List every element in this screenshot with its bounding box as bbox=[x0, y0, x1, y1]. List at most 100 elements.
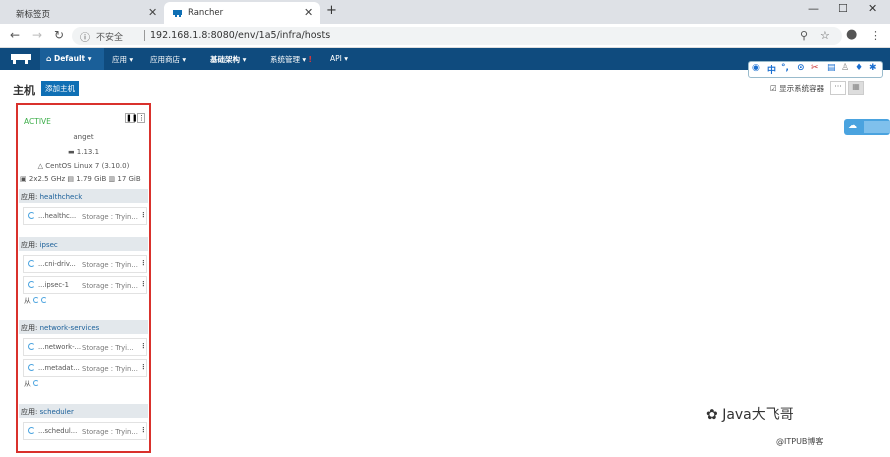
container-menu-icon[interactable]: ⋮ bbox=[140, 363, 147, 371]
stack-header[interactable]: 应用: scheduler bbox=[19, 404, 148, 418]
forward-icon[interactable]: → bbox=[32, 28, 42, 42]
spinner-icon bbox=[28, 364, 35, 371]
stack-header[interactable]: 应用: network-services bbox=[19, 320, 148, 334]
sidekick-row: 从 bbox=[24, 378, 39, 388]
host-os: △ CentOS Linux 7 (3.10.0) bbox=[18, 162, 149, 170]
docker-icon: ▬ bbox=[67, 148, 75, 156]
back-icon[interactable]: ← bbox=[10, 28, 20, 42]
nav-infrastructure[interactable]: 基础架构 ▾ bbox=[210, 54, 246, 65]
close-tab-icon[interactable]: ✕ bbox=[148, 6, 157, 19]
host-resources: ▣ 2x2.5 GHz ▤ 1.79 GiB ▥ 17 GiB bbox=[20, 175, 141, 183]
gear-icon[interactable]: ✱ bbox=[869, 63, 877, 73]
browser-tab-bar: 新标签页 ✕ Rancher ✕ + — ☐ ✕ bbox=[0, 0, 890, 24]
linux-icon: △ bbox=[37, 162, 44, 170]
service-name: ...network-... bbox=[38, 343, 82, 351]
close-tab-icon[interactable]: ✕ bbox=[304, 6, 313, 19]
person-icon[interactable]: ♙ bbox=[841, 63, 849, 73]
browser-tab-rancher[interactable]: Rancher ✕ bbox=[164, 2, 320, 24]
rancher-favicon-icon bbox=[173, 10, 182, 17]
ime-logo-icon: ◉ bbox=[752, 63, 760, 73]
shirt-icon[interactable]: ♦ bbox=[855, 63, 863, 73]
grid-view-button[interactable]: ▦ bbox=[848, 81, 864, 95]
pause-icon[interactable]: ❚❚ bbox=[125, 113, 138, 123]
stack-name: healthcheck bbox=[39, 193, 83, 201]
window-close-icon[interactable]: ✕ bbox=[868, 2, 877, 15]
spinner-icon bbox=[28, 260, 35, 267]
zoom-icon[interactable]: ⚲ bbox=[800, 29, 808, 42]
address-bar: ← → ↻ ⓘ 不安全 192.168.1.8:8080/env/1a5/inf… bbox=[0, 24, 890, 48]
stack-header[interactable]: 应用: ipsec bbox=[19, 237, 148, 251]
bookmark-star-icon[interactable]: ☆ bbox=[820, 29, 830, 42]
service-status: Storage : Tryin... bbox=[82, 261, 138, 269]
profile-icon[interactable]: ● bbox=[846, 27, 857, 42]
container-menu-icon[interactable]: ⋮ bbox=[140, 211, 147, 219]
browser-tab-new[interactable]: 新标签页 ✕ bbox=[0, 2, 164, 24]
nav-api[interactable]: API ▾ bbox=[330, 54, 348, 63]
label: 从 bbox=[24, 380, 31, 388]
service-container[interactable]: ...ipsec-1 Storage : Tryin... ⋮ bbox=[23, 276, 147, 294]
host-card: ACTIVE ❚❚ ⋮ anget ▬ 1.13.1 △ CentOS Linu… bbox=[16, 103, 151, 453]
url-field[interactable]: ⓘ 不安全 192.168.1.8:8080/env/1a5/infra/hos… bbox=[72, 27, 842, 45]
reload-icon[interactable]: ↻ bbox=[54, 28, 64, 42]
url-text: 192.168.1.8:8080/env/1a5/infra/hosts bbox=[150, 30, 331, 41]
stack-prefix: 应用: bbox=[21, 324, 38, 332]
show-system-toggle[interactable]: ☑ 显示系统容器 bbox=[770, 83, 824, 94]
nav-admin[interactable]: 系统管理 ▾ ! bbox=[270, 54, 312, 65]
insecure-label: 不安全 bbox=[96, 33, 124, 43]
page-title: 主机 bbox=[13, 84, 35, 97]
label: 2x2.5 GHz bbox=[28, 175, 66, 183]
watermark-brand: ✿ Java大飞哥 bbox=[706, 407, 794, 423]
label: CentOS Linux 7 (3.10.0) bbox=[45, 162, 130, 170]
watermark-credit: @ITPUB博客 bbox=[776, 437, 824, 446]
spinner-icon bbox=[28, 343, 35, 350]
container-menu-icon[interactable]: ⋮ bbox=[140, 280, 147, 288]
container-menu-icon[interactable]: ⋮ bbox=[140, 426, 147, 434]
service-name: ...ipsec-1 bbox=[38, 281, 69, 289]
service-status: Storage : Tryin... bbox=[82, 282, 138, 290]
env-switcher[interactable]: ⌂ Default ▾ bbox=[40, 48, 104, 70]
ime-extension-bar[interactable]: ◉ 中 °, ⊙ ✂ ▤ ♙ ♦ ✱ bbox=[748, 61, 883, 78]
stack-prefix: 应用: bbox=[21, 408, 38, 416]
service-name: ...healthc... bbox=[38, 212, 77, 220]
service-name: ...schedul... bbox=[38, 427, 78, 435]
service-name: ...metadat... bbox=[38, 364, 80, 372]
maximize-icon[interactable]: ☐ bbox=[838, 2, 848, 15]
sidekick-row: 从 bbox=[24, 295, 47, 305]
spinner-icon bbox=[28, 427, 35, 434]
minimize-icon[interactable]: — bbox=[808, 2, 819, 15]
info-icon[interactable]: ⓘ bbox=[80, 29, 90, 44]
spinner-icon bbox=[28, 212, 35, 219]
nav-apps[interactable]: 应用 ▾ bbox=[112, 54, 133, 65]
container-menu-icon[interactable]: ⋮ bbox=[140, 259, 147, 267]
add-host-button[interactable]: 添加主机 bbox=[41, 81, 79, 96]
stack-prefix: 应用: bbox=[21, 193, 38, 201]
label: 17 GiB bbox=[117, 175, 141, 183]
label: 1.79 GiB bbox=[76, 175, 107, 183]
service-status: Storage : Tryin... bbox=[82, 428, 138, 436]
nav-catalog[interactable]: 应用商店 ▾ bbox=[150, 54, 186, 65]
tab-label: Rancher bbox=[188, 8, 224, 18]
host-menu-icon[interactable]: ⋮ bbox=[137, 113, 145, 123]
cloud-icon: ☁ bbox=[848, 121, 857, 131]
container-menu-icon[interactable]: ⋮ bbox=[140, 342, 147, 350]
stack-name: scheduler bbox=[39, 408, 74, 416]
service-container[interactable]: ...healthc... Storage : Tryin... ⋮ bbox=[23, 207, 147, 225]
stack-name: network-services bbox=[39, 324, 100, 332]
service-container[interactable]: ...network-... Storage : Tryi... ⋮ bbox=[23, 338, 147, 356]
wechat-icon: ✿ bbox=[706, 407, 718, 423]
keyboard-icon[interactable]: ▤ bbox=[827, 63, 836, 73]
list-view-button[interactable]: ··· bbox=[830, 81, 846, 95]
service-container[interactable]: ...cni-driv... Storage : Tryin... ⋮ bbox=[23, 255, 147, 273]
new-tab-icon[interactable]: + bbox=[326, 3, 337, 18]
service-container[interactable]: ...schedul... Storage : Tryin... ⋮ bbox=[23, 422, 147, 440]
stack-header[interactable]: 应用: healthcheck bbox=[19, 189, 148, 203]
service-container[interactable]: ...metadat... Storage : Tryin... ⋮ bbox=[23, 359, 147, 377]
menu-kebab-icon[interactable]: ⋮ bbox=[870, 29, 881, 42]
service-name: ...cni-driv... bbox=[38, 260, 76, 268]
host-state: ACTIVE bbox=[24, 117, 51, 126]
service-status: Storage : Tryin... bbox=[82, 365, 138, 373]
host-name: anget bbox=[73, 133, 94, 141]
label: 1.13.1 bbox=[76, 148, 100, 156]
docker-version: ▬ 1.13.1 bbox=[18, 148, 149, 156]
floating-side-button[interactable]: ☁ bbox=[844, 119, 890, 135]
